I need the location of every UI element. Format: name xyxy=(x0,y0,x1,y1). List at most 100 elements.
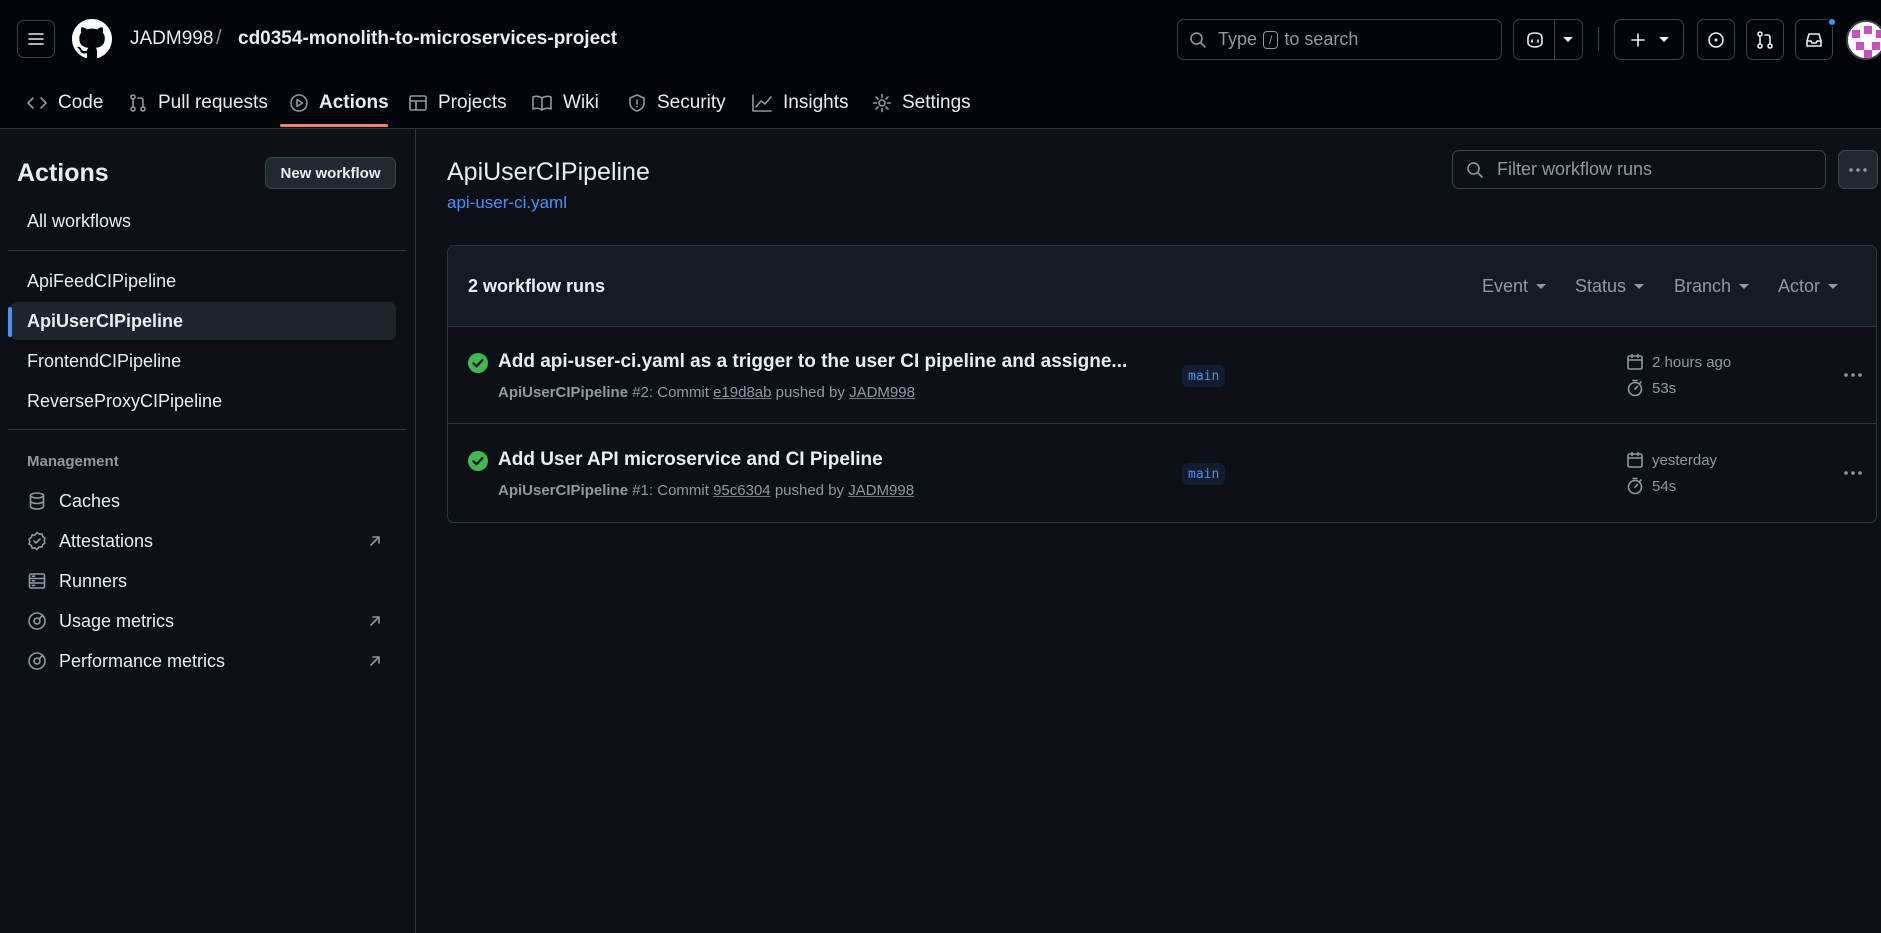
run-actor-link[interactable]: JADM998 xyxy=(848,482,914,499)
workflow-file-link[interactable]: api-user-ci.yaml xyxy=(447,193,567,213)
search-label: Type xyxy=(1218,29,1258,49)
sidebar-item-caches[interactable]: Caches xyxy=(10,482,396,520)
tab-actions[interactable]: Actions xyxy=(289,78,389,128)
branch-badge[interactable]: main xyxy=(1182,463,1226,485)
stopwatch-icon xyxy=(1627,379,1643,397)
issues-button[interactable] xyxy=(1697,19,1735,60)
tab-wiki-label: Wiki xyxy=(563,92,599,113)
calendar-icon xyxy=(1627,353,1643,370)
run-commit-link[interactable]: 95c6304 xyxy=(713,482,771,499)
search-icon xyxy=(1467,161,1483,178)
code-icon xyxy=(27,97,47,109)
filter-workflow-runs-input[interactable]: Filter workflow runs xyxy=(1452,150,1826,189)
chevron-down-icon xyxy=(1659,37,1669,42)
header-top-row: JADM998 / cd0354-monolith-to-microservic… xyxy=(0,0,1881,78)
run-commit-prefix: : Commit xyxy=(648,384,709,401)
sidebar-item-performance-metrics[interactable]: Performance metrics xyxy=(10,642,396,680)
workflow-run-row[interactable]: Add api-user-ci.yaml as a trigger to the… xyxy=(448,327,1876,424)
meter-icon xyxy=(28,652,46,670)
sidebar-item-attestations[interactable]: Attestations xyxy=(10,522,396,560)
tab-projects-label: Projects xyxy=(438,92,507,113)
sidebar-item-workflow[interactable]: ReverseProxyCIPipeline xyxy=(10,382,396,420)
run-number: #2 xyxy=(632,384,649,401)
attestations-label: Attestations xyxy=(59,530,154,551)
tab-security[interactable]: Security xyxy=(627,78,726,128)
menu-button[interactable] xyxy=(17,20,55,58)
user-avatar[interactable] xyxy=(1846,20,1881,60)
sidebar-item-all-workflows[interactable]: All workflows xyxy=(10,202,396,240)
tab-insights[interactable]: Insights xyxy=(751,78,848,128)
workflow-more-options-button[interactable] xyxy=(1838,150,1878,189)
chevron-down-icon xyxy=(1828,284,1839,289)
pull-requests-button[interactable] xyxy=(1746,19,1784,60)
runs-count: 2 workflow runs xyxy=(468,276,606,296)
run-workflow-name: ApiUserCIPipeline xyxy=(498,384,629,401)
stopwatch-icon xyxy=(1627,477,1643,495)
verified-icon xyxy=(28,531,46,551)
database-icon xyxy=(29,492,45,510)
run-title-link[interactable]: Add User API microservice and CI Pipelin… xyxy=(498,449,883,471)
tab-actions-label: Actions xyxy=(319,92,389,113)
tab-pull-requests[interactable]: Pull requests xyxy=(128,78,268,128)
filter-event-dropdown[interactable]: Event xyxy=(1482,276,1547,297)
sidebar-item-workflow-active[interactable]: ApiUserCIPipeline xyxy=(10,302,396,340)
arrow-up-right-icon xyxy=(370,616,380,626)
copilot-icon xyxy=(1526,31,1543,48)
table-icon xyxy=(409,95,427,111)
hamburger-icon xyxy=(28,33,44,45)
github-logo-icon[interactable] xyxy=(72,19,112,59)
search-shortcut-key: / xyxy=(1263,30,1279,49)
new-workflow-button[interactable]: New workflow xyxy=(265,157,396,189)
sidebar-item-workflow[interactable]: ApiFeedCIPipeline xyxy=(10,262,396,300)
search-icon xyxy=(1190,31,1206,48)
run-commit-link[interactable]: e19d8ab xyxy=(713,384,771,401)
global-header: JADM998 / cd0354-monolith-to-microservic… xyxy=(0,0,1881,129)
run-more-options-button[interactable] xyxy=(1840,461,1866,485)
run-when: 2 hours ago xyxy=(1652,353,1732,371)
calendar-icon xyxy=(1627,451,1643,468)
filter-actor-dropdown[interactable]: Actor xyxy=(1778,276,1839,297)
sidebar-divider xyxy=(8,429,406,430)
filter-branch-dropdown[interactable]: Branch xyxy=(1674,276,1750,297)
arrow-up-right-icon xyxy=(370,656,380,666)
run-when: yesterday xyxy=(1652,451,1718,469)
usage-metrics-label: Usage metrics xyxy=(59,610,175,631)
repo-name-link[interactable]: cd0354-monolith-to-microservices-project xyxy=(238,28,617,50)
performance-metrics-label: Performance metrics xyxy=(59,650,226,671)
filter-placeholder: Filter workflow runs xyxy=(1497,159,1653,179)
arrow-up-right-icon xyxy=(370,536,380,546)
run-duration: 53s xyxy=(1626,379,1676,397)
sidebar-item-usage-metrics[interactable]: Usage metrics xyxy=(10,602,396,640)
workflow-run-row[interactable]: Add User API microservice and CI Pipelin… xyxy=(448,425,1876,522)
global-search-input[interactable]: Type / to search xyxy=(1177,19,1502,60)
pull-request-icon xyxy=(1757,30,1773,49)
create-new-button[interactable] xyxy=(1614,19,1684,60)
sidebar-item-runners[interactable]: Runners xyxy=(10,562,396,600)
shield-icon xyxy=(629,94,645,112)
run-title-link[interactable]: Add api-user-ci.yaml as a trigger to the… xyxy=(498,351,1127,373)
kebab-horizontal-icon xyxy=(1844,471,1862,475)
runners-label: Runners xyxy=(59,570,128,591)
copilot-button[interactable] xyxy=(1513,19,1583,60)
tab-code-label: Code xyxy=(58,92,104,113)
sidebar-item-workflow[interactable]: FrontendCIPipeline xyxy=(10,342,396,380)
tab-settings[interactable]: Settings xyxy=(872,78,971,128)
repo-owner-link[interactable]: JADM998 xyxy=(130,28,213,50)
filter-status-label: Status xyxy=(1575,276,1627,296)
branch-badge[interactable]: main xyxy=(1182,365,1226,387)
run-more-options-button[interactable] xyxy=(1840,363,1866,387)
tab-code[interactable]: Code xyxy=(26,78,103,128)
run-actor-link[interactable]: JADM998 xyxy=(849,384,915,401)
server-icon xyxy=(28,573,46,589)
check-circle-icon xyxy=(468,353,488,373)
inbox-icon xyxy=(1806,32,1822,47)
filter-event-label: Event xyxy=(1482,276,1529,296)
tab-wiki[interactable]: Wiki xyxy=(531,78,599,128)
tab-projects[interactable]: Projects xyxy=(408,78,507,128)
play-icon xyxy=(290,94,308,112)
kebab-horizontal-icon xyxy=(1844,373,1862,377)
chevron-down-icon xyxy=(1739,284,1750,289)
run-commit-prefix: : Commit xyxy=(648,482,709,499)
path-separator: / xyxy=(216,27,222,49)
filter-status-dropdown[interactable]: Status xyxy=(1575,276,1645,297)
